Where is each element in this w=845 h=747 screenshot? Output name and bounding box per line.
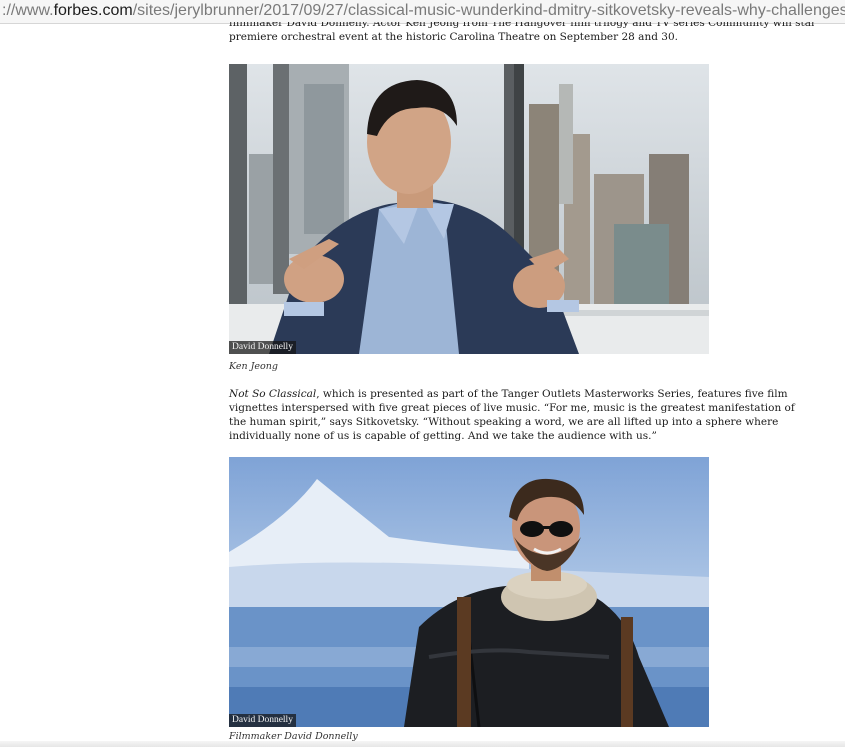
david-donnelly-image	[229, 457, 709, 727]
photo-credit: David Donnelly	[229, 714, 296, 727]
ken-jeong-image	[229, 64, 709, 354]
intro-paragraph: filmmaker David Donnelly. Actor Ken Jeon…	[229, 22, 814, 44]
url-path: /sites/jerylbrunner/2017/09/27/classical…	[132, 2, 845, 19]
photo-caption: Ken Jeong	[229, 361, 278, 372]
ken-jeong-photo[interactable]: David Donnelly	[229, 64, 709, 354]
intro-cut-line: filmmaker David Donnelly. Actor Ken Jeon…	[229, 22, 814, 29]
address-bar[interactable]: ://www.forbes.com/sites/jerylbrunner/201…	[0, 0, 845, 24]
article-body: filmmaker David Donnelly. Actor Ken Jeon…	[229, 22, 814, 44]
photo-credit: David Donnelly	[229, 341, 296, 354]
intro-line: premiere orchestral event at the histori…	[229, 31, 678, 43]
body-paragraph: Not So Classical, which is presented as …	[229, 387, 815, 443]
url-prefix: ://www.	[2, 2, 54, 19]
bottom-edge	[0, 741, 845, 747]
show-title: Not So Classical	[229, 388, 317, 400]
david-donnelly-photo[interactable]: David Donnelly	[229, 457, 709, 727]
url-host: forbes.com	[53, 2, 133, 19]
